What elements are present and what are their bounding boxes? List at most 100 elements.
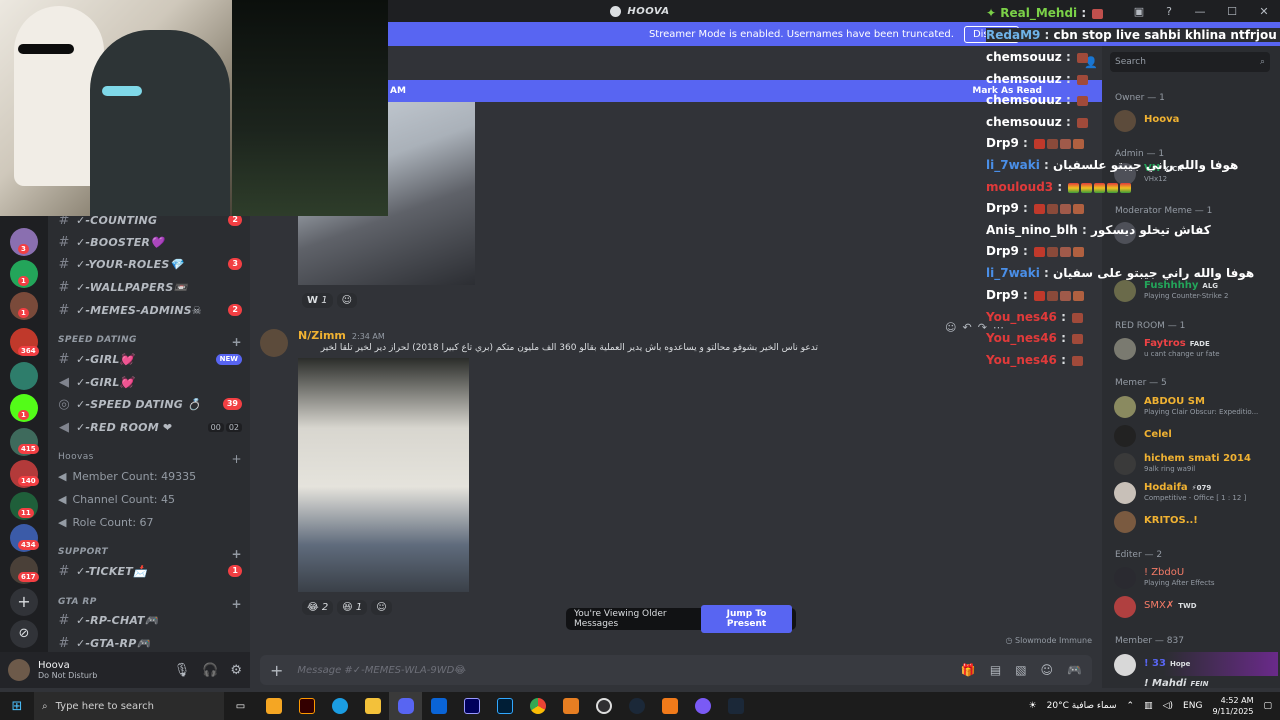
category-speed-dating[interactable]: SPEED DATING + bbox=[58, 335, 242, 349]
server-icon[interactable] bbox=[10, 362, 38, 390]
illustrator-icon[interactable] bbox=[290, 692, 323, 720]
app-icon[interactable] bbox=[554, 692, 587, 720]
emote-icon bbox=[1059, 290, 1071, 301]
discord-icon[interactable] bbox=[389, 692, 422, 720]
reaction[interactable]: 😂 2 bbox=[302, 600, 334, 615]
member-item[interactable]: SMX✗ TWD bbox=[1114, 594, 1278, 618]
message-author[interactable]: N/Zimm bbox=[298, 329, 346, 342]
channel-item[interactable]: ◎ ✓-SPEED DATING 💍 39 bbox=[58, 394, 242, 414]
jump-to-present-button[interactable]: Jump To Present bbox=[701, 605, 792, 633]
channel-item[interactable]: # ✓-MEMES-ADMINS☠ 2 bbox=[58, 300, 242, 320]
app-icon[interactable] bbox=[686, 692, 719, 720]
member-item[interactable]: KRITOS..! bbox=[1114, 509, 1278, 533]
category-support[interactable]: SUPPORT + bbox=[58, 547, 242, 561]
hash-icon: # bbox=[58, 279, 70, 295]
chat-line: Drp9 : bbox=[986, 244, 1084, 258]
sticker-icon[interactable]: ▧ bbox=[1015, 663, 1026, 677]
task-view-icon[interactable]: ▭ bbox=[224, 692, 257, 720]
channel-item[interactable]: # ✓-RP-CHAT🎮 bbox=[58, 610, 242, 630]
gear-icon[interactable]: ⚙ bbox=[230, 663, 242, 678]
channel-item[interactable]: # ✓-TICKET📩 1 bbox=[58, 561, 242, 581]
windows-start-icon[interactable]: ⊞ bbox=[0, 699, 34, 714]
premiere-icon[interactable] bbox=[455, 692, 488, 720]
channel-item[interactable]: # ✓-YOUR-ROLES💎 3 bbox=[58, 254, 242, 274]
channel-item[interactable]: # ✓-GIRL💓 NEW bbox=[58, 349, 242, 369]
add-channel-icon[interactable]: + bbox=[232, 547, 242, 561]
outlook-icon[interactable] bbox=[422, 692, 455, 720]
edge-icon[interactable] bbox=[323, 692, 356, 720]
user-info[interactable]: Hoova Do Not Disturb bbox=[38, 660, 97, 680]
avatar bbox=[1114, 596, 1136, 618]
server-badge: 1 bbox=[18, 308, 29, 318]
gif-icon[interactable]: ▤ bbox=[990, 663, 1001, 677]
chrome-icon[interactable] bbox=[521, 692, 554, 720]
stat-member-count[interactable]: ◀ Member Count: 49335 bbox=[58, 470, 196, 483]
reaction-w[interactable]: W 1 bbox=[302, 293, 333, 308]
add-channel-icon[interactable]: + bbox=[232, 452, 242, 466]
add-reaction-icon[interactable]: ☺ bbox=[371, 600, 392, 615]
member-item[interactable]: Celel bbox=[1114, 423, 1278, 447]
network-icon[interactable]: ▥ bbox=[1144, 701, 1153, 711]
hash-icon: # bbox=[58, 563, 70, 579]
message-time: 2:34 AM bbox=[351, 332, 385, 341]
reaction-icon[interactable]: ☺ bbox=[945, 321, 956, 334]
volume-icon[interactable]: ◁) bbox=[1163, 701, 1173, 711]
emote-icon bbox=[1072, 355, 1084, 366]
add-channel-icon[interactable]: + bbox=[232, 597, 242, 611]
add-server-icon[interactable]: + bbox=[10, 588, 38, 616]
steam-icon[interactable] bbox=[620, 692, 653, 720]
channel-item[interactable]: # ✓-BOOSTER💜 bbox=[58, 232, 242, 252]
category-hoovas[interactable]: Hoovas + bbox=[58, 452, 242, 466]
app-icon[interactable] bbox=[653, 692, 686, 720]
channel-item[interactable]: ◀ ✓-GIRL💓 bbox=[58, 372, 242, 392]
message-image-person[interactable] bbox=[298, 358, 469, 592]
chat-line: li_7waki : هوفا والله راني جيبتو علسفيان bbox=[986, 158, 1239, 172]
gift-icon[interactable]: 🎁 bbox=[961, 663, 976, 677]
member-item[interactable]: ABDOU SM Playing Clair Obscur: Expeditio.… bbox=[1114, 394, 1278, 418]
member-item[interactable]: Hodaifa ⚡079 Competitive - Office [ 1 : 12… bbox=[1114, 480, 1278, 504]
stat-channel-count[interactable]: ◀ Channel Count: 45 bbox=[58, 493, 175, 506]
apps-icon[interactable]: 🎮 bbox=[1067, 663, 1082, 677]
obs-icon[interactable] bbox=[587, 692, 620, 720]
channel-item[interactable]: ◀ ✓-RED ROOM ❤ 00 02 bbox=[58, 417, 242, 437]
reply-icon[interactable]: ↶ bbox=[962, 321, 971, 334]
mic-icon[interactable]: 🎙 bbox=[174, 663, 191, 678]
member-item[interactable]: hichem smati 2014 9alk ring wa9il bbox=[1114, 451, 1278, 475]
category-gta-rp[interactable]: GTA RP + bbox=[58, 597, 242, 611]
add-reaction-icon[interactable]: ☺ bbox=[336, 293, 358, 308]
avatar bbox=[1114, 482, 1136, 504]
discover-icon[interactable]: ⊘ bbox=[10, 620, 38, 648]
clock[interactable]: 4:52 AM 9/11/2025 bbox=[1212, 695, 1253, 717]
add-channel-icon[interactable]: + bbox=[232, 335, 242, 349]
taskbar-search-input[interactable]: ⌕ Type here to search bbox=[34, 692, 224, 720]
avatar[interactable] bbox=[260, 329, 288, 357]
voice-count: 00 02 bbox=[207, 422, 242, 432]
hash-icon: # bbox=[58, 256, 70, 272]
avatar bbox=[1114, 654, 1136, 676]
explorer-icon[interactable] bbox=[356, 692, 389, 720]
message-header: N/Zimm 2:34 AM bbox=[298, 329, 385, 342]
channel-item[interactable]: # ✓-GTA-RP🎮 bbox=[58, 633, 242, 653]
member-item[interactable]: ! ZbdoU Playing After Effects bbox=[1114, 565, 1278, 589]
photoshop-icon[interactable] bbox=[488, 692, 521, 720]
stage-icon: ◎ bbox=[58, 396, 70, 412]
chevron-up-icon[interactable]: ⌃ bbox=[1127, 701, 1135, 711]
language-indicator[interactable]: ENG bbox=[1183, 701, 1202, 711]
headphones-icon[interactable]: 🎧 bbox=[202, 663, 218, 678]
slowmode-indicator: ◷ Slowmode Immune bbox=[1005, 636, 1092, 645]
chat-line: Drp9 : bbox=[986, 136, 1084, 150]
message-input[interactable]: + Message #✓-MEMES-WLA-9WD😂 🎁 ▤ ▧ ☺ 🎮 bbox=[260, 655, 1092, 685]
member-item[interactable]: ! 33 Hope bbox=[1114, 652, 1278, 676]
upload-icon[interactable]: + bbox=[270, 661, 283, 680]
reaction[interactable]: 😆 1 bbox=[337, 600, 368, 615]
member-item[interactable]: ! Mahdi FEIN bbox=[1114, 678, 1278, 688]
notifications-icon[interactable]: ▢ bbox=[1263, 701, 1272, 711]
store-icon[interactable] bbox=[257, 692, 290, 720]
weather-text[interactable]: 20°C سماء صافية bbox=[1047, 701, 1117, 711]
avatar[interactable] bbox=[8, 659, 30, 681]
steam-icon[interactable] bbox=[719, 692, 752, 720]
channel-item[interactable]: # ✓-WALLPAPERS📼 bbox=[58, 277, 242, 297]
stat-role-count[interactable]: ◀ Role Count: 67 bbox=[58, 516, 154, 529]
emoji-icon[interactable]: ☺ bbox=[1041, 663, 1054, 677]
webcam-overlay bbox=[0, 0, 388, 216]
